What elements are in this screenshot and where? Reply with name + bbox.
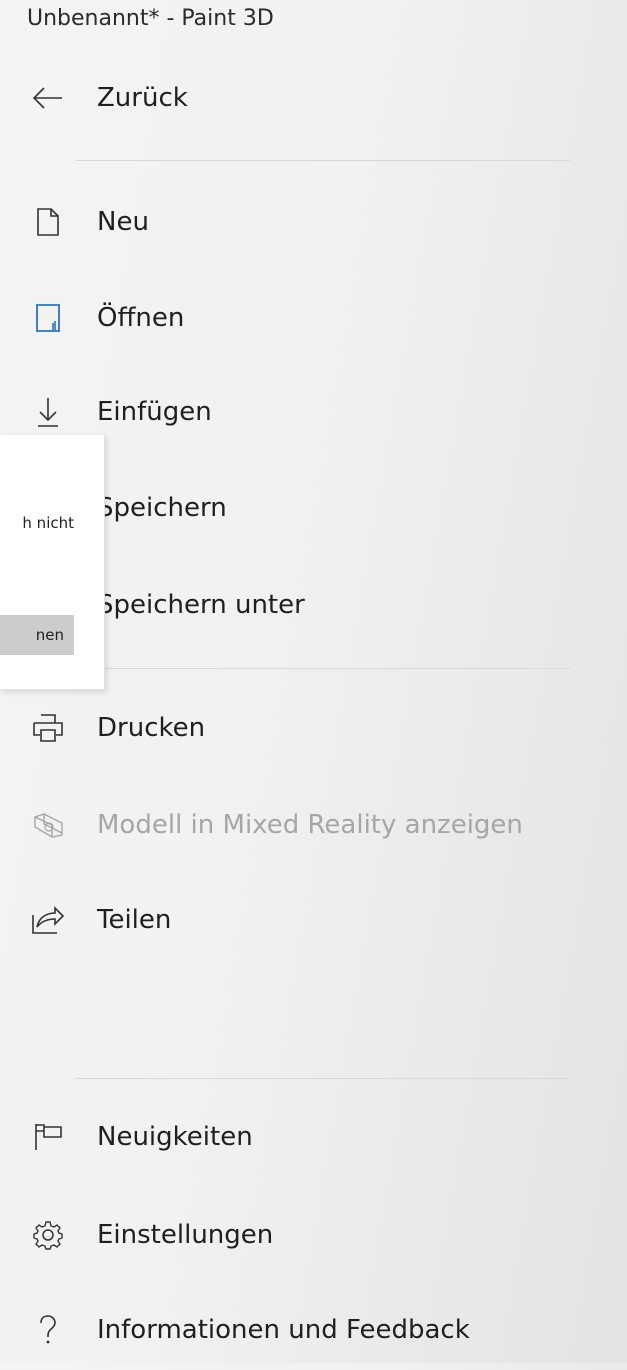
menu-item-drucken[interactable]: Drucken xyxy=(0,688,627,768)
menu-item-einstellungen[interactable]: Einstellungen xyxy=(0,1195,627,1275)
divider-top xyxy=(75,160,570,161)
menu-item-label: Drucken xyxy=(97,713,206,743)
menu-item-neu[interactable]: Neu xyxy=(0,182,627,262)
printer-icon xyxy=(28,708,68,748)
divider-middle xyxy=(75,668,570,669)
menu-item-label: Neuigkeiten xyxy=(97,1122,253,1152)
menu-item-label: Speichern unter xyxy=(97,590,305,620)
download-arrow-icon xyxy=(28,392,68,432)
menu-item-label: Einfügen xyxy=(97,397,212,427)
popup-button-label: nen xyxy=(35,626,64,644)
popup-dialog: h nicht nen xyxy=(0,435,105,690)
menu-item-label: Modell in Mixed Reality anzeigen xyxy=(97,810,523,840)
menu-item-teilen[interactable]: Teilen xyxy=(0,880,627,960)
gear-icon xyxy=(28,1215,68,1255)
new-file-icon xyxy=(28,202,68,242)
window-title: Unbenannt* - Paint 3D xyxy=(27,6,274,31)
arrow-left-icon xyxy=(28,78,68,118)
divider-bottom xyxy=(75,1078,570,1079)
question-icon xyxy=(28,1310,68,1350)
open-folder-icon xyxy=(28,298,68,338)
menu-item-oeffnen[interactable]: Öffnen xyxy=(0,278,627,358)
popup-button[interactable]: nen xyxy=(0,615,74,655)
flag-icon xyxy=(28,1117,68,1157)
menu-item-mixed-reality: Modell in Mixed Reality anzeigen xyxy=(0,785,627,865)
menu-item-neuigkeiten[interactable]: Neuigkeiten xyxy=(0,1097,627,1177)
menu-item-label: Einstellungen xyxy=(97,1220,274,1250)
mixed-reality-icon xyxy=(28,805,68,845)
share-icon xyxy=(28,900,68,940)
back-button[interactable]: Zurück xyxy=(0,58,627,138)
menu-item-label: Neu xyxy=(97,207,149,237)
menu-item-label: Teilen xyxy=(97,905,172,935)
menu-item-label: Informationen und Feedback xyxy=(97,1315,470,1345)
back-label: Zurück xyxy=(97,83,188,113)
popup-text: h nicht xyxy=(22,514,74,532)
menu-item-label: Öffnen xyxy=(97,303,185,333)
menu-item-label: Speichern xyxy=(97,493,227,523)
menu-item-info[interactable]: Informationen und Feedback xyxy=(0,1290,627,1370)
